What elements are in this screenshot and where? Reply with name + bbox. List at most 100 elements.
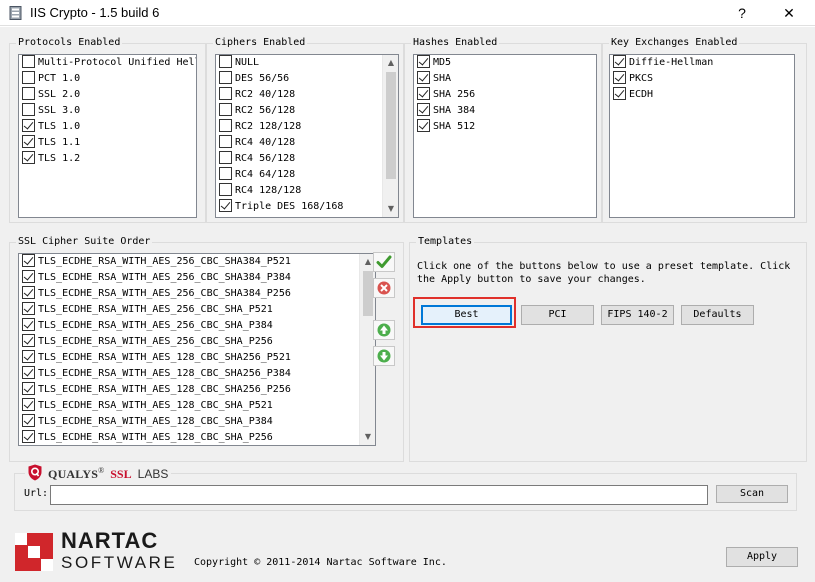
list-item-md5[interactable]: MD5 xyxy=(414,55,596,71)
list-item-rc4-64-128[interactable]: RC4 64/128 xyxy=(216,167,398,183)
url-input[interactable] xyxy=(50,485,708,505)
checkbox[interactable] xyxy=(22,103,35,116)
list-item-tls-ecdhe-rsa-with-aes-256-cbc-sha-p521[interactable]: TLS_ECDHE_RSA_WITH_AES_256_CBC_SHA_P521 xyxy=(19,302,375,318)
list-item-ecdh[interactable]: ECDH xyxy=(610,87,794,103)
list-item-tls-ecdhe-rsa-with-aes-128-cbc-sha256-p521[interactable]: TLS_ECDHE_RSA_WITH_AES_128_CBC_SHA256_P5… xyxy=(19,350,375,366)
list-item-tls-ecdhe-rsa-with-aes-256-cbc-sha-p256[interactable]: TLS_ECDHE_RSA_WITH_AES_256_CBC_SHA_P256 xyxy=(19,334,375,350)
ciphers-scrollbar[interactable]: ▲ ▼ xyxy=(382,55,398,217)
list-item-tls-ecdhe-rsa-with-aes-256-cbc-sha384-p256[interactable]: TLS_ECDHE_RSA_WITH_AES_256_CBC_SHA384_P2… xyxy=(19,286,375,302)
list-item-tls-ecdhe-rsa-with-aes-128-cbc-sha-p384[interactable]: TLS_ECDHE_RSA_WITH_AES_128_CBC_SHA_P384 xyxy=(19,414,375,430)
list-item-tls-ecdhe-rsa-with-aes-128-cbc-sha-p521[interactable]: TLS_ECDHE_RSA_WITH_AES_128_CBC_SHA_P521 xyxy=(19,398,375,414)
checkbox[interactable] xyxy=(22,71,35,84)
checkbox[interactable] xyxy=(22,398,35,411)
ciphers-group: Ciphers Enabled NULL DES 56/56 RC2 40/128 R… xyxy=(206,37,404,223)
checkbox[interactable] xyxy=(219,55,232,68)
checkbox[interactable] xyxy=(22,318,35,331)
scroll-down-arrow-icon[interactable]: ▼ xyxy=(360,429,375,445)
list-item-tls-1-1[interactable]: TLS 1.1 xyxy=(19,135,196,151)
list-item-rc2-40-128[interactable]: RC2 40/128 xyxy=(216,87,398,103)
list-item-rc4-56-128[interactable]: RC4 56/128 xyxy=(216,151,398,167)
checkbox[interactable] xyxy=(219,71,232,84)
key-exchanges-group-label: Key Exchanges Enabled xyxy=(609,37,740,49)
checkbox[interactable] xyxy=(219,103,232,116)
list-item-pkcs[interactable]: PKCS xyxy=(610,71,794,87)
list-item-rc2-128-128[interactable]: RC2 128/128 xyxy=(216,119,398,135)
checkbox[interactable] xyxy=(219,183,232,196)
list-item-triple-des-168-168[interactable]: Triple DES 168/168 xyxy=(216,199,398,215)
list-item-label: ECDH xyxy=(629,89,654,100)
list-item-multi-protocol-unified-hell[interactable]: Multi-Protocol Unified Hell xyxy=(19,55,196,71)
checkbox[interactable] xyxy=(613,71,626,84)
list-item-ssl-3-0[interactable]: SSL 3.0 xyxy=(19,103,196,119)
suite-order-group: SSL Cipher Suite Order TLS_ECDHE_RSA_WIT… xyxy=(9,236,404,462)
list-item-ssl-2-0[interactable]: SSL 2.0 xyxy=(19,87,196,103)
checkbox[interactable] xyxy=(22,414,35,427)
scan-button[interactable]: Scan xyxy=(716,485,788,503)
checkbox[interactable] xyxy=(219,167,232,180)
list-item-rc4-128-128[interactable]: RC4 128/128 xyxy=(216,183,398,199)
list-item-sha-256[interactable]: SHA 256 xyxy=(414,87,596,103)
checkbox[interactable] xyxy=(417,71,430,84)
checkbox[interactable] xyxy=(219,151,232,164)
checkbox[interactable] xyxy=(22,254,35,267)
checkbox[interactable] xyxy=(219,87,232,100)
list-item-rc2-56-128[interactable]: RC2 56/128 xyxy=(216,103,398,119)
list-item-tls-1-2[interactable]: TLS 1.2 xyxy=(19,151,196,167)
list-item-tls-ecdhe-rsa-with-aes-256-cbc-sha384-p384[interactable]: TLS_ECDHE_RSA_WITH_AES_256_CBC_SHA384_P3… xyxy=(19,270,375,286)
list-item-tls-1-0[interactable]: TLS 1.0 xyxy=(19,119,196,135)
checkbox[interactable] xyxy=(22,119,35,132)
checkbox[interactable] xyxy=(417,103,430,116)
list-item-diffie-hellman[interactable]: Diffie-Hellman xyxy=(610,55,794,71)
checkbox[interactable] xyxy=(22,286,35,299)
qualys-labs-text: LABS xyxy=(137,467,169,481)
checkbox[interactable] xyxy=(219,119,232,132)
checkbox[interactable] xyxy=(22,366,35,379)
disable-all-button[interactable] xyxy=(373,278,395,298)
list-item-null[interactable]: NULL xyxy=(216,55,398,71)
checkbox[interactable] xyxy=(22,270,35,283)
checkbox[interactable] xyxy=(22,382,35,395)
help-button[interactable]: ? xyxy=(723,2,761,24)
close-button[interactable]: ✕ xyxy=(770,2,808,24)
scroll-down-arrow-icon[interactable]: ▼ xyxy=(383,201,398,217)
checkbox[interactable] xyxy=(613,87,626,100)
list-item-tls-ecdhe-rsa-with-aes-256-cbc-sha-p384[interactable]: TLS_ECDHE_RSA_WITH_AES_256_CBC_SHA_P384 xyxy=(19,318,375,334)
list-item-tls-ecdhe-rsa-with-aes-128-cbc-sha256-p384[interactable]: TLS_ECDHE_RSA_WITH_AES_128_CBC_SHA256_P3… xyxy=(19,366,375,382)
checkbox[interactable] xyxy=(22,302,35,315)
checkbox[interactable] xyxy=(22,350,35,363)
best-template-button[interactable]: Best xyxy=(421,305,512,325)
list-item-pct-1-0[interactable]: PCT 1.0 xyxy=(19,71,196,87)
scroll-thumb[interactable] xyxy=(386,72,396,179)
list-item-label: SSL 3.0 xyxy=(38,105,81,116)
scroll-up-arrow-icon[interactable]: ▲ xyxy=(383,55,398,71)
move-up-button[interactable] xyxy=(373,320,395,340)
list-item-tls-ecdhe-rsa-with-aes-128-cbc-sha256-p256[interactable]: TLS_ECDHE_RSA_WITH_AES_128_CBC_SHA256_P2… xyxy=(19,382,375,398)
checkbox[interactable] xyxy=(22,151,35,164)
checkbox[interactable] xyxy=(22,135,35,148)
fips-template-button[interactable]: FIPS 140-2 xyxy=(601,305,674,325)
checkbox[interactable] xyxy=(219,199,232,212)
list-item-des-56-56[interactable]: DES 56/56 xyxy=(216,71,398,87)
move-down-button[interactable] xyxy=(373,346,395,366)
defaults-template-button[interactable]: Defaults xyxy=(681,305,754,325)
checkbox[interactable] xyxy=(417,55,430,68)
list-item-rc4-40-128[interactable]: RC4 40/128 xyxy=(216,135,398,151)
scroll-thumb[interactable] xyxy=(363,271,373,316)
list-item-tls-ecdhe-rsa-with-aes-128-cbc-sha-p256[interactable]: TLS_ECDHE_RSA_WITH_AES_128_CBC_SHA_P256 xyxy=(19,430,375,445)
enable-all-button[interactable] xyxy=(373,252,395,272)
list-item-sha[interactable]: SHA xyxy=(414,71,596,87)
list-item-sha-384[interactable]: SHA 384 xyxy=(414,103,596,119)
checkbox[interactable] xyxy=(613,55,626,68)
list-item-label: SSL 2.0 xyxy=(38,89,81,100)
pci-template-button[interactable]: PCI xyxy=(521,305,594,325)
checkbox[interactable] xyxy=(417,119,430,132)
checkbox[interactable] xyxy=(22,430,35,443)
checkbox[interactable] xyxy=(22,55,35,68)
list-item-tls-ecdhe-rsa-with-aes-256-cbc-sha384-p521[interactable]: TLS_ECDHE_RSA_WITH_AES_256_CBC_SHA384_P5… xyxy=(19,254,375,270)
apply-button[interactable]: Apply xyxy=(726,547,798,567)
checkbox[interactable] xyxy=(22,334,35,347)
list-item-sha-512[interactable]: SHA 512 xyxy=(414,119,596,135)
checkbox[interactable] xyxy=(417,87,430,100)
checkbox[interactable] xyxy=(22,87,35,100)
checkbox[interactable] xyxy=(219,135,232,148)
